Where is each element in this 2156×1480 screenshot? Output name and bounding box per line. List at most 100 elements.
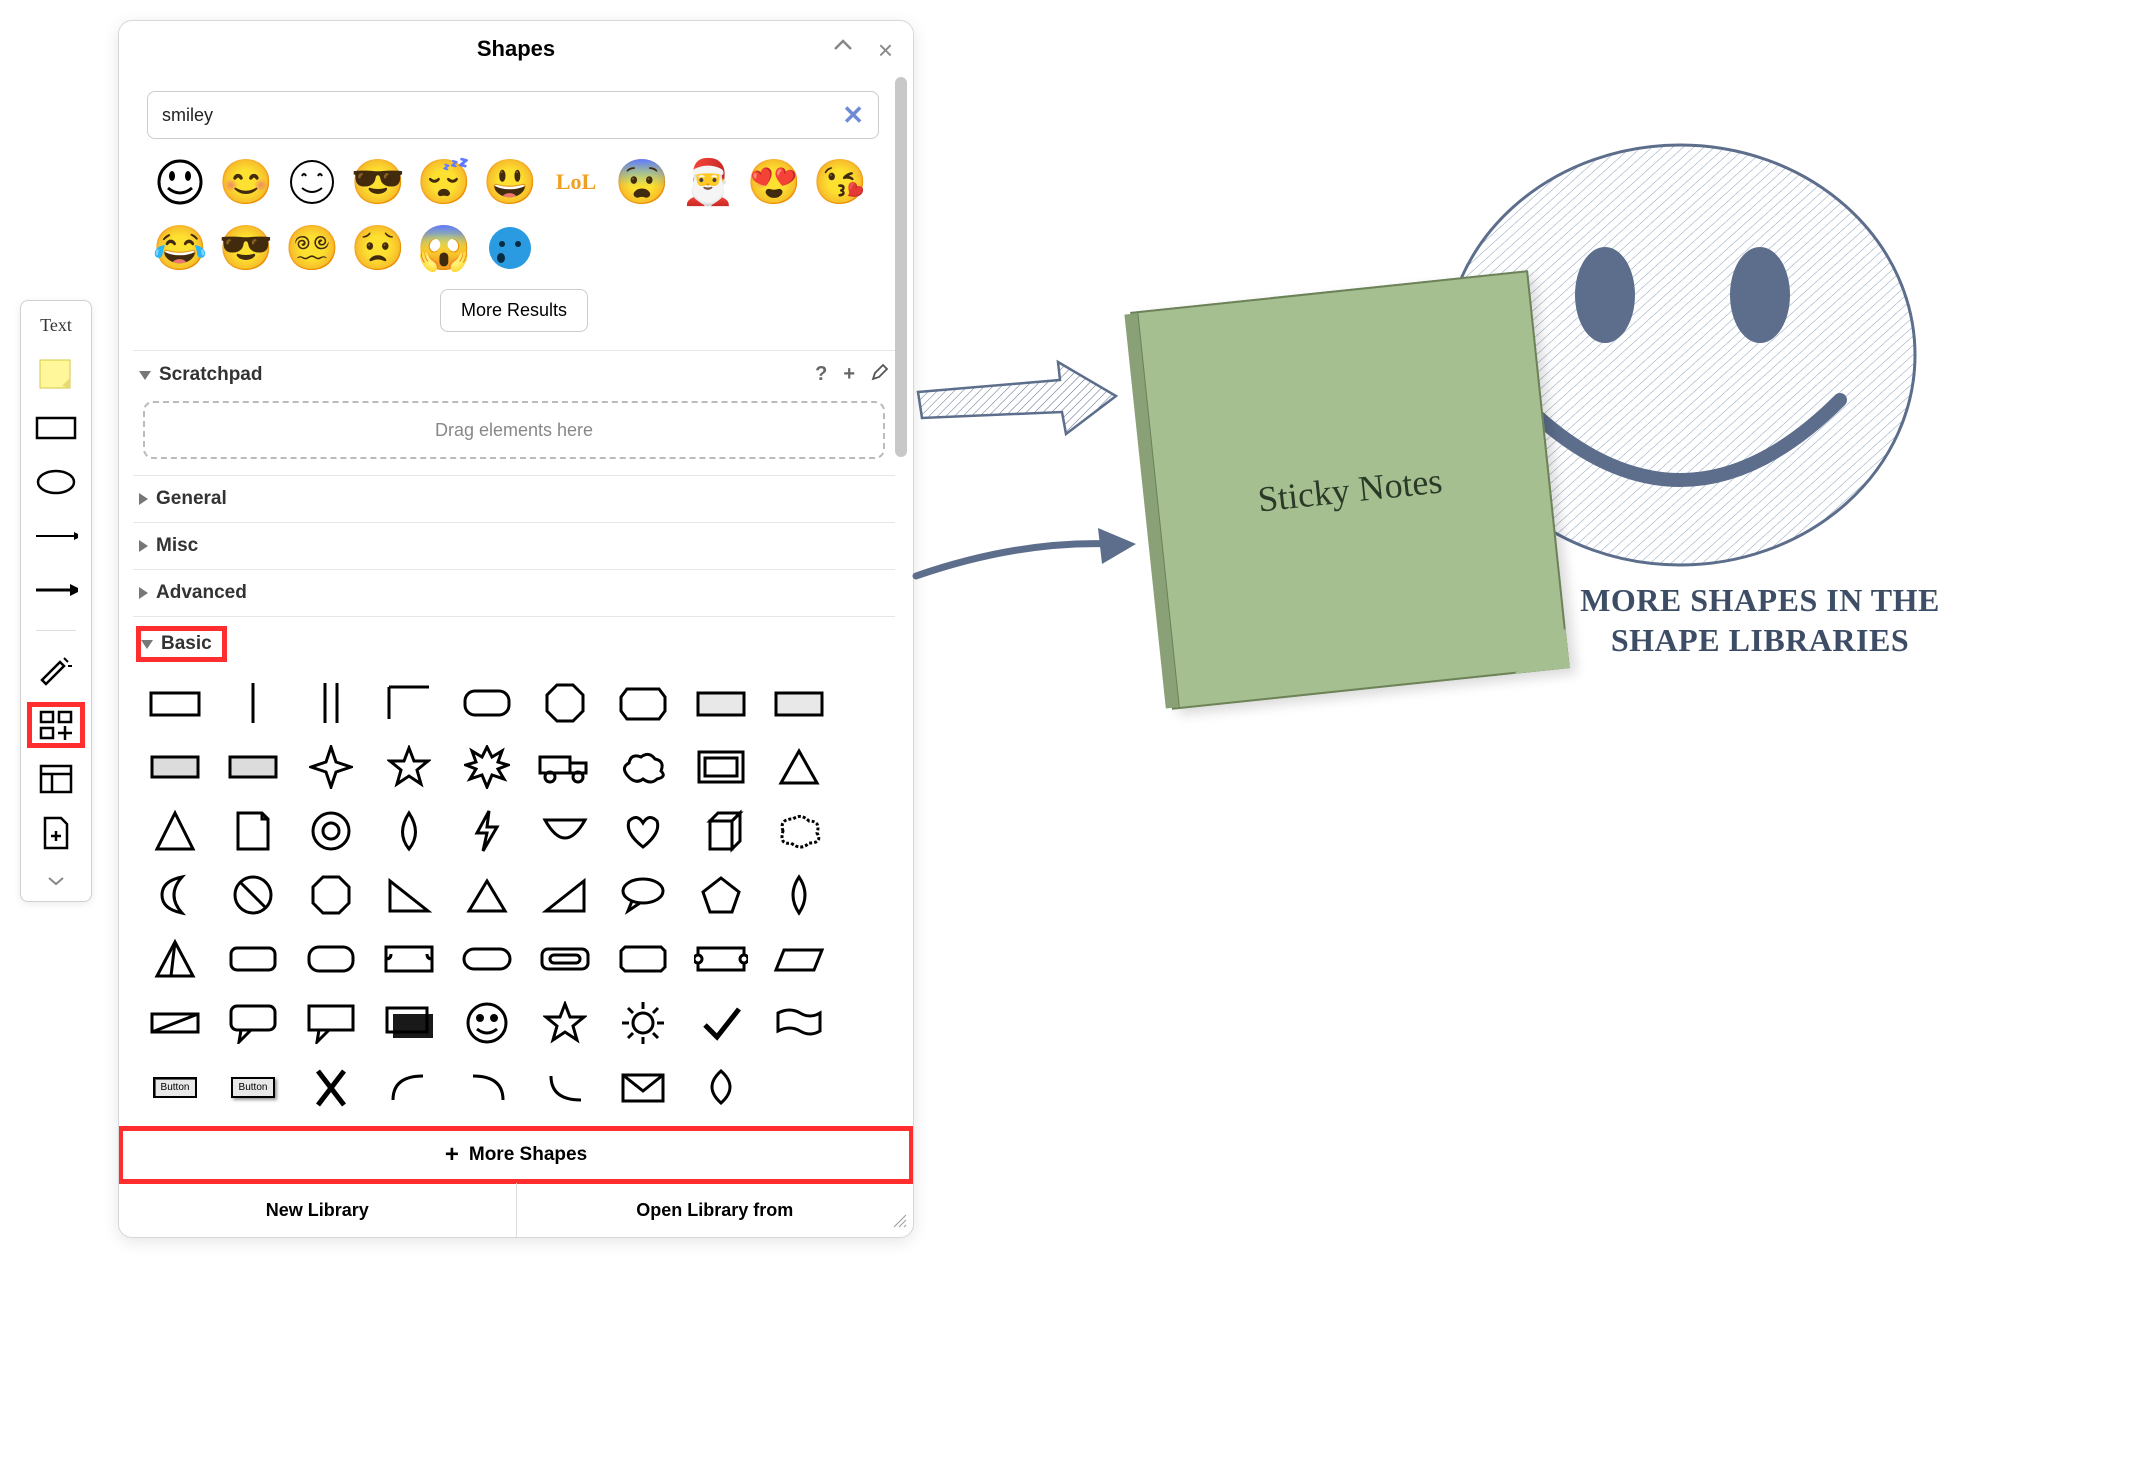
rectangle-tool[interactable] [34,412,78,444]
shape-shadow-rect[interactable] [377,995,441,1051]
emoji-scream[interactable]: 😱 [415,219,473,277]
shape-envelope[interactable] [611,1059,675,1115]
ellipse-tool[interactable] [34,466,78,498]
scratchpad-edit[interactable] [871,363,889,387]
section-basic-header[interactable]: Basic [139,629,224,659]
shape-rounded-rect[interactable] [455,675,519,731]
more-shapes-button[interactable]: + More Shapes [119,1127,913,1183]
shape-triangle-3[interactable] [455,867,519,923]
shape-bowl[interactable] [533,803,597,859]
shape-ticket[interactable] [377,931,441,987]
shape-rect-filled[interactable] [689,675,753,731]
shape-smiley-basic[interactable] [455,995,519,1051]
section-general-header[interactable]: General [139,488,889,510]
shape-drop[interactable] [377,803,441,859]
new-page-tool[interactable] [34,817,78,849]
shape-stadium[interactable] [455,931,519,987]
panel-close-button[interactable]: × [878,35,893,66]
more-results-button[interactable]: More Results [440,289,588,332]
emoji-sleepy[interactable]: 😴 [415,153,473,211]
shape-page[interactable] [221,803,285,859]
text-tool-label[interactable]: Text [40,315,72,336]
shape-corner[interactable] [377,675,441,731]
shape-speech-ellipse[interactable] [611,867,675,923]
shape-arc-3[interactable] [533,1059,597,1115]
shape-triangle-2[interactable] [143,803,207,859]
shape-check[interactable] [689,995,753,1051]
shape-lens[interactable] [767,867,831,923]
sticky-note-shape[interactable]: Sticky Notes [1130,270,1570,710]
scratchpad-add[interactable]: + [843,363,855,387]
shape-rect-filled-2[interactable] [767,675,831,731]
shape-coupon[interactable] [689,931,753,987]
emoji-joy[interactable]: 😂 [151,219,209,277]
shape-slot[interactable] [533,931,597,987]
shape-rounded-rect-2[interactable] [221,931,285,987]
shape-rectangle[interactable] [143,675,207,731]
section-misc-header[interactable]: Misc [139,535,889,557]
new-library-button[interactable]: New Library [119,1183,516,1237]
shape-blob[interactable] [767,803,831,859]
shape-octagon[interactable] [533,675,597,731]
shape-star[interactable] [533,995,597,1051]
shape-cloud[interactable] [611,739,675,795]
shape-frame[interactable] [689,739,753,795]
shape-nosign[interactable] [221,867,285,923]
shape-vertical-line[interactable] [221,675,285,731]
shape-rect-gray[interactable] [143,739,207,795]
scratchpad-help[interactable]: ? [815,363,827,387]
shape-bevel[interactable] [611,931,675,987]
open-library-button[interactable]: Open Library from [517,1183,914,1237]
shape-donut[interactable] [299,803,363,859]
emoji-cool[interactable]: 😎 [349,153,407,211]
shape-rounded-3[interactable] [299,931,363,987]
emoji-sunglasses2[interactable]: 😎 [217,219,275,277]
emoji-hearteyes[interactable]: 😍 [745,153,803,211]
shape-triangle[interactable] [767,739,831,795]
shape-button-preview-1[interactable]: Button [143,1059,207,1115]
shape-5star[interactable] [377,739,441,795]
emoji-grin[interactable]: 😃 [481,153,539,211]
shape-hexagon-cut[interactable] [611,675,675,731]
shape-pentagon[interactable] [689,867,753,923]
line-tool[interactable] [34,520,78,552]
shape-callout[interactable] [221,995,285,1051]
sticky-note-tool[interactable] [34,358,78,390]
shape-bolt[interactable] [455,803,519,859]
shape-callout-rect[interactable] [299,995,363,1051]
emoji-fearful[interactable]: 😨 [613,153,671,211]
shape-pyramid[interactable] [143,931,207,987]
emoji-plain-smile[interactable] [283,153,341,211]
shape-right-triangle-2[interactable] [533,867,597,923]
resize-grip[interactable] [891,1212,907,1233]
emoji-worried[interactable]: 😟 [349,219,407,277]
section-scratchpad-header[interactable]: Scratchpad ? + [139,363,889,387]
shape-4star[interactable] [299,739,363,795]
shape-truck[interactable] [533,739,597,795]
shape-arc-2[interactable] [455,1059,519,1115]
shape-moon[interactable] [143,867,207,923]
section-advanced-header[interactable]: Advanced [139,582,889,604]
shape-right-triangle[interactable] [377,867,441,923]
search-input[interactable] [162,105,842,126]
table-tool[interactable] [34,763,78,795]
freehand-tool[interactable] [34,655,78,687]
shape-parallelogram[interactable] [767,931,831,987]
shape-double-line[interactable] [299,675,363,731]
emoji-lol[interactable]: LoL [547,153,605,211]
shape-octagon-2[interactable] [299,867,363,923]
emoji-kiss[interactable]: 😘 [811,153,869,211]
arrow-tool[interactable] [34,574,78,606]
shape-flag[interactable] [767,995,831,1051]
emoji-blue[interactable] [481,219,539,277]
shapes-panel-toggle[interactable] [34,709,78,741]
shape-cube[interactable] [689,803,753,859]
toolbar-expand[interactable] [34,871,78,891]
emoji-dizzy[interactable]: 😵‍💫 [283,219,341,277]
shape-sun[interactable] [611,995,675,1051]
panel-collapse-button[interactable] [833,35,853,58]
scratchpad-dropzone[interactable]: Drag elements here [143,401,885,459]
shape-diamond-curve[interactable] [689,1059,753,1115]
shape-arc-1[interactable] [377,1059,441,1115]
shape-heart[interactable] [611,803,675,859]
